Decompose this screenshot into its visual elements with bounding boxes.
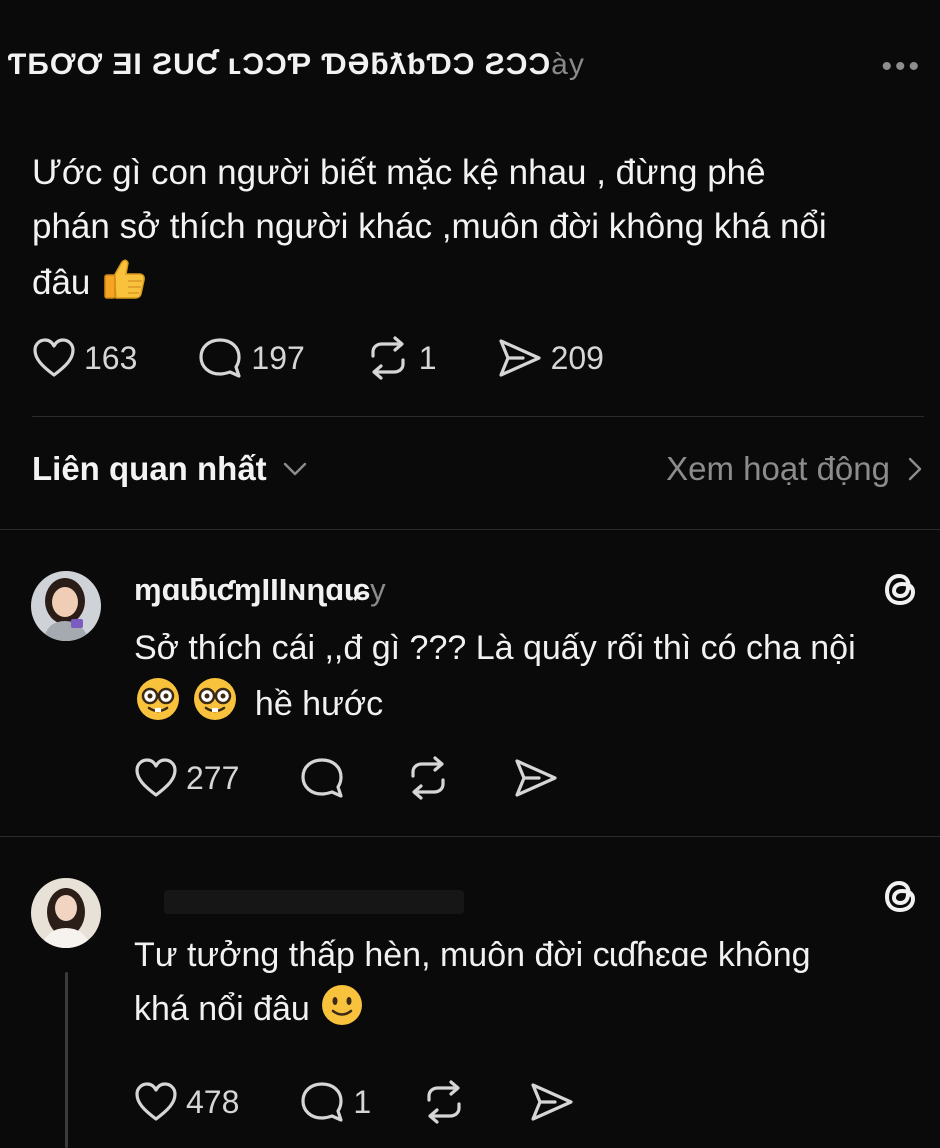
sort-dropdown[interactable]: Liên quan nhất (32, 450, 307, 488)
chevron-right-icon (908, 457, 922, 481)
comment-1-text-line-1: Sở thích cái ,,đ gì ??? Là quấy rối thì … (134, 629, 856, 667)
post-text-line-2: phán sở thích người khác ,muôn đời không… (32, 207, 827, 246)
comment-1-repost-button[interactable] (405, 756, 451, 800)
repost-button[interactable]: 1 (365, 336, 437, 380)
comment-2-body: Tư tưởng thấp hèn, muôn đời cɩɗɦɛɑe khôn… (134, 929, 924, 1044)
comment-1-text-line-2-wrap: hề hước (134, 675, 924, 739)
comment-icon (199, 338, 241, 378)
comment-2-like-count: 478 (186, 1083, 240, 1120)
threads-icon[interactable] (878, 567, 922, 611)
thumbs-up-emoji (100, 254, 148, 318)
post-author-meta-text: ƬƂƠƠ ƎƖ ƧUƇ ʟƆƆƤ ƊƏƃƛƅƊƆ ƧƆƆ (8, 48, 552, 81)
comment-2-text-line-2: khá nổi đâu (134, 990, 310, 1028)
comment-button[interactable]: 197 (197, 336, 305, 380)
comment-icon (301, 1082, 343, 1122)
more-icon: ••• (881, 50, 922, 83)
post-text-line-3-wrap: đâu (32, 254, 912, 318)
post-header: ƬƂƠƠ ƎƖ ƧUƇ ʟƆƆƤ ƊƏƃƛƅƊƆ ƧƆƆày ••• (0, 40, 940, 100)
post-author-meta: ƬƂƠƠ ƎƖ ƧUƇ ʟƆƆƤ ƊƏƃƛƅƊƆ ƧƆƆày (8, 48, 585, 82)
comment-2-username-blur (164, 890, 464, 914)
more-options-button[interactable]: ••• (881, 50, 922, 84)
comment-2-username[interactable] (134, 880, 474, 916)
heart-icon (135, 1082, 177, 1121)
comment-divider (0, 836, 940, 837)
view-activity-label: Xem hoạt động (666, 450, 890, 487)
post-divider (32, 416, 924, 417)
comment-2-avatar[interactable] (31, 878, 101, 948)
smiling-face-emoji (319, 982, 365, 1044)
post-body: Ước gì con người biết mặc kệ nhau , đừng… (32, 146, 912, 318)
post-text-line-3: đâu (32, 263, 91, 302)
like-count: 163 (84, 339, 138, 376)
threads-icon[interactable] (878, 874, 922, 918)
post-text-line-1: Ước gì con người biết mặc kệ nhau , đừng… (32, 153, 766, 192)
sort-divider (0, 529, 940, 530)
share-icon (515, 759, 557, 797)
comment-1-username[interactable]: ɱɑɩƃɩƈɱƖƖƖɴɳɑɩɕy (134, 572, 386, 608)
sort-dropdown-label: Liên quan nhất (32, 450, 267, 487)
post-time-faded: ày (551, 48, 585, 81)
comment-2-text-line-1: Tư tưởng thấp hèn, muôn đời cɩɗɦɛɑe khôn… (134, 936, 811, 974)
comment-1-avatar[interactable] (31, 571, 101, 641)
comment-icon (301, 758, 343, 798)
comment-1-actions: 277 (134, 756, 559, 800)
comment-2-like-button[interactable]: 478 (134, 1081, 239, 1123)
repost-count: 1 (418, 339, 437, 376)
nerd-face-emoji (134, 675, 182, 739)
like-button[interactable]: 163 (32, 337, 137, 379)
heart-icon (135, 758, 177, 797)
comment-2-reply-count: 1 (353, 1083, 372, 1120)
share-count: 209 (550, 339, 604, 376)
comment-1-like-button[interactable]: 277 (134, 757, 239, 799)
nerd-face-emoji (191, 675, 239, 739)
heart-icon (33, 338, 75, 377)
share-button[interactable]: 209 (497, 336, 604, 380)
share-icon (498, 339, 541, 377)
comment-1-text-line-2: hề hước (254, 685, 384, 723)
reply-thread-line (65, 972, 68, 1148)
comment-2-actions: 478 1 (134, 1080, 575, 1124)
comment-2-reply-button[interactable]: 1 (299, 1080, 371, 1124)
comment-1-share-button[interactable] (513, 756, 559, 800)
comment-2-text-line-2-wrap: khá nổi đâu (134, 982, 924, 1044)
share-icon (531, 1083, 573, 1121)
view-activity-link[interactable]: Xem hoạt động (666, 450, 922, 488)
comment-2-repost-button[interactable] (421, 1080, 467, 1124)
comment-1-username-text: ɱɑɩƃɩƈɱƖƖƖɴɳɑɩɕ (134, 572, 371, 607)
comment-1-reply-button[interactable] (299, 756, 345, 800)
comment-1-like-count: 277 (186, 759, 240, 796)
comment-2-share-button[interactable] (529, 1080, 575, 1124)
repost-icon (411, 756, 445, 800)
comment-count: 197 (251, 339, 305, 376)
post-actions: 163 197 1 209 (32, 336, 604, 380)
comment-1-time-faded: y (370, 572, 386, 607)
repost-icon (427, 1080, 461, 1124)
chevron-down-icon (283, 462, 306, 476)
repost-icon (371, 336, 405, 380)
comment-1-body: Sở thích cái ,,đ gì ??? Là quấy rối thì … (134, 622, 924, 739)
